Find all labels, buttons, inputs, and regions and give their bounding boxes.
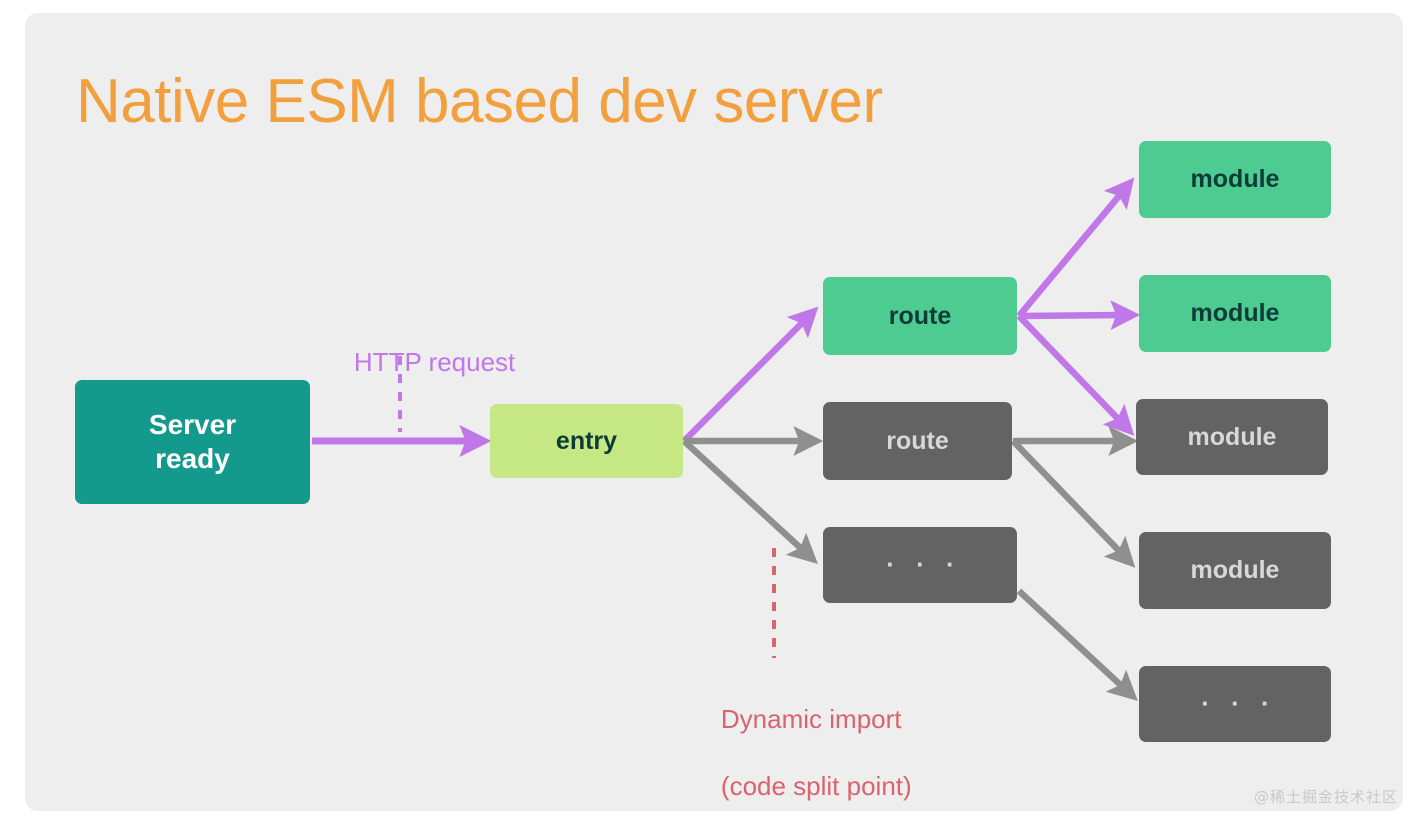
node-module-4-label: module (1190, 556, 1280, 585)
node-ellipsis-middle-label: · · · (886, 549, 962, 580)
node-route-green[interactable]: route (823, 277, 1017, 355)
node-server-ready-label: Server ready (149, 408, 236, 476)
node-module-1-label: module (1190, 165, 1280, 194)
server-label-line2: ready (155, 443, 230, 474)
node-ellipsis-bottom-label: · · · (1201, 688, 1277, 719)
node-server-ready[interactable]: Server ready (75, 380, 310, 504)
node-module-2[interactable]: module (1139, 275, 1331, 352)
server-label-line1: Server (148, 408, 237, 440)
node-module-3[interactable]: module (1136, 399, 1328, 475)
page-title: Native ESM based dev server (76, 67, 883, 136)
node-module-2-label: module (1190, 299, 1280, 328)
node-route-gray[interactable]: route (823, 402, 1012, 480)
node-entry[interactable]: entry (490, 404, 683, 478)
annotation-dynamic-import: Dynamic import (code split point) (692, 670, 912, 824)
node-entry-label: entry (555, 426, 618, 455)
node-ellipsis-bottom[interactable]: · · · (1139, 666, 1331, 742)
node-module-4[interactable]: module (1139, 532, 1331, 609)
annotation-dynamic-import-line1: Dynamic import (720, 704, 902, 735)
node-route-green-label: route (888, 301, 952, 330)
node-module-3-label: module (1187, 422, 1277, 451)
watermark: @稀土掘金技术社区 (1253, 788, 1398, 806)
annotation-http-request-text: HTTP request (353, 347, 516, 378)
node-ellipsis-middle[interactable]: · · · (823, 527, 1017, 603)
node-route-gray-label: route (886, 426, 949, 455)
diagram-canvas: Native ESM based dev server Server ready… (0, 0, 1428, 824)
node-module-1[interactable]: module (1139, 141, 1331, 218)
annotation-http-request: HTTP request (325, 313, 515, 413)
annotation-dynamic-import-line2: (code split point) (720, 770, 912, 801)
